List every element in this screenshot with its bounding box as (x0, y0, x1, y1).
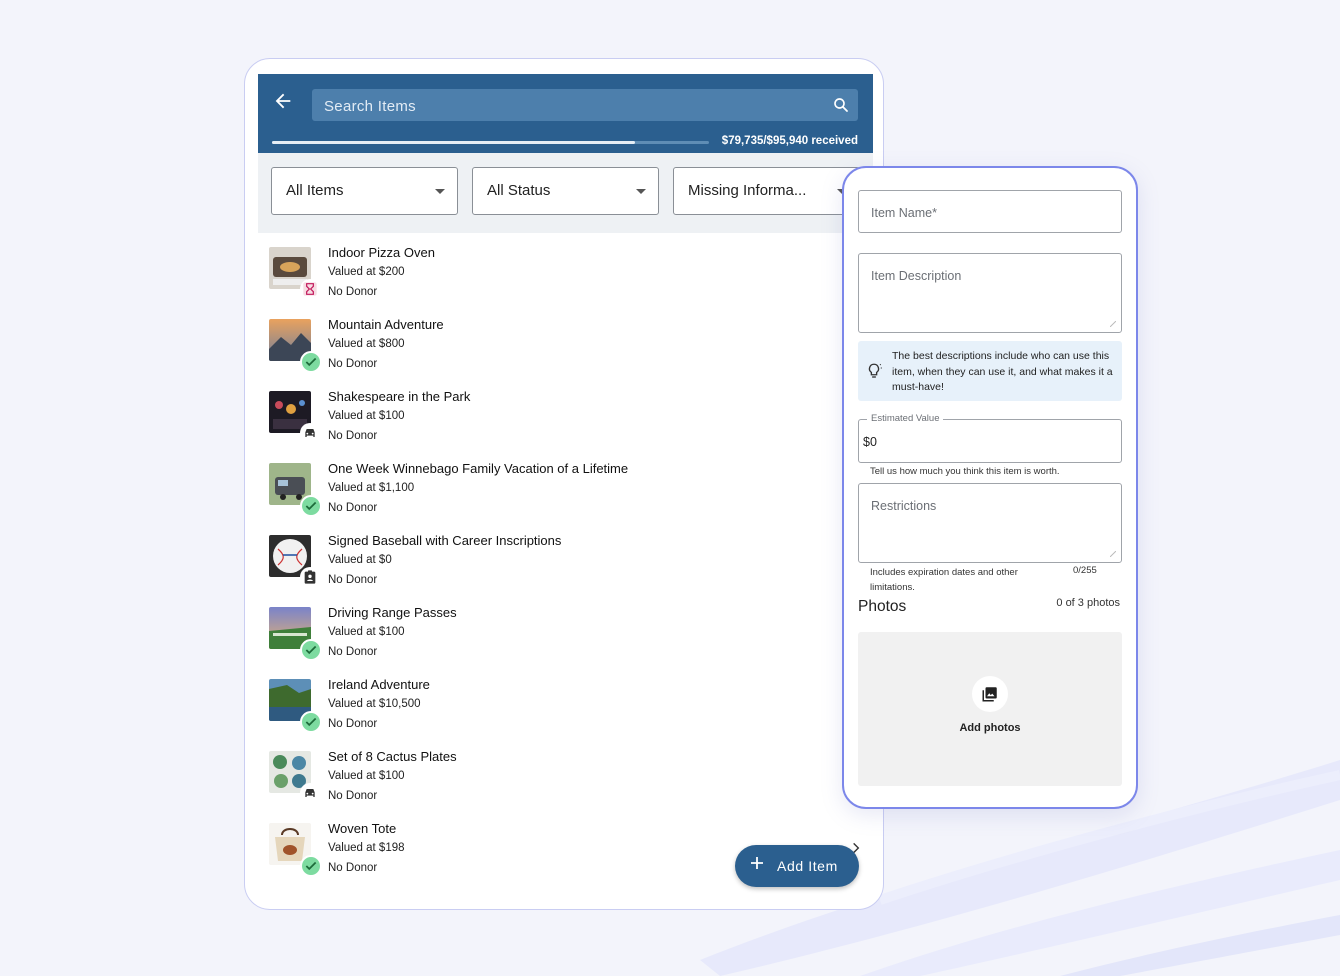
item-type-select[interactable]: All Items (271, 167, 458, 215)
list-item[interactable]: One Week Winnebago Family Vacation of a … (258, 451, 858, 523)
item-value: Valued at $198 (328, 842, 405, 854)
item-value: Valued at $100 (328, 770, 405, 782)
list-item[interactable]: Indoor Pizza Oven Valued at $200 No Dono… (258, 235, 858, 307)
item-donor: No Donor (328, 574, 378, 586)
add-item-label: Add Item (777, 858, 838, 874)
item-value: Valued at $0 (328, 554, 392, 566)
chevron-down-icon (435, 189, 445, 194)
item-donor: No Donor (328, 718, 378, 730)
funds-received-text: $79,735/$95,940 received (721, 135, 858, 147)
restrictions-counter: 0/255 (1073, 565, 1097, 576)
funds-progress-bar (272, 141, 709, 144)
description-tip: The best descriptions include who can us… (858, 341, 1122, 401)
add-item-button[interactable]: Add Item (735, 845, 859, 887)
item-type-select-value: All Items (286, 182, 344, 199)
restrictions-field[interactable]: Restrictions (858, 483, 1122, 563)
item-value: Valued at $100 (328, 410, 405, 422)
item-donor: No Donor (328, 862, 378, 874)
check-icon (300, 495, 322, 517)
item-name: Signed Baseball with Career Inscriptions (328, 533, 562, 548)
add-item-form: Item Name* Item Description The best des… (842, 166, 1138, 809)
item-list: Indoor Pizza Oven Valued at $200 No Dono… (258, 235, 873, 909)
car-icon (300, 783, 320, 803)
estimated-value-input: $0 (863, 435, 877, 449)
hourglass-icon (300, 279, 320, 299)
item-value: Valued at $1,100 (328, 482, 415, 494)
back-arrow-icon[interactable] (272, 90, 294, 112)
search-icon[interactable] (832, 96, 850, 114)
item-donor: No Donor (328, 646, 378, 658)
search-bar (312, 89, 858, 123)
item-description-field[interactable]: Item Description (858, 253, 1122, 333)
item-donor: No Donor (328, 286, 378, 298)
missing-info-select-value: Missing Informa... (688, 182, 807, 199)
status-select-value: All Status (487, 182, 551, 199)
resize-handle-icon[interactable] (1110, 321, 1116, 327)
item-donor: No Donor (328, 430, 378, 442)
add-photos-label: Add photos (959, 722, 1021, 734)
plus-icon (751, 857, 763, 869)
filter-bar: All Items All Status Missing Informa... (258, 153, 873, 233)
photo-library-icon (972, 676, 1008, 712)
item-donor: No Donor (328, 358, 378, 370)
resize-handle-icon[interactable] (1110, 551, 1116, 557)
funds-progress-fill (272, 141, 636, 144)
item-name: Shakespeare in the Park (328, 389, 471, 404)
item-name: Indoor Pizza Oven (328, 245, 435, 260)
list-item[interactable]: Set of 8 Cactus Plates Valued at $100 No… (258, 739, 858, 811)
item-value: Valued at $800 (328, 338, 405, 350)
list-item[interactable]: Signed Baseball with Career Inscriptions… (258, 523, 858, 595)
item-donor: No Donor (328, 502, 378, 514)
list-item[interactable]: Shakespeare in the Park Valued at $100 N… (258, 379, 858, 451)
list-item[interactable]: Ireland Adventure Valued at $10,500 No D… (258, 667, 858, 739)
item-name-placeholder: Item Name* (871, 206, 937, 220)
item-name: Driving Range Passes (328, 605, 457, 620)
lightbulb-icon (868, 363, 882, 378)
missing-info-select[interactable]: Missing Informa... (673, 167, 860, 215)
list-item[interactable]: Driving Range Passes Valued at $100 No D… (258, 595, 858, 667)
item-list-screen: $79,735/$95,940 received All Items All S… (244, 58, 884, 910)
clipboard-person-icon (300, 567, 320, 587)
check-icon (300, 351, 322, 373)
status-select[interactable]: All Status (472, 167, 659, 215)
item-name: One Week Winnebago Family Vacation of a … (328, 461, 629, 476)
estimated-value-helper: Tell us how much you think this item is … (870, 466, 1060, 477)
chevron-down-icon (636, 189, 646, 194)
restrictions-helper: Includes expiration dates and other limi… (870, 567, 1018, 593)
app-header: $79,735/$95,940 received (258, 74, 873, 153)
photos-count: 0 of 3 photos (1056, 597, 1120, 609)
car-icon (300, 423, 320, 443)
item-donor: No Donor (328, 790, 378, 802)
add-photos-dropzone[interactable]: Add photos (858, 632, 1122, 786)
check-icon (300, 711, 322, 733)
search-input[interactable] (322, 89, 826, 123)
item-value: Valued at $200 (328, 266, 405, 278)
check-icon (300, 855, 322, 877)
item-description-placeholder: Item Description (871, 269, 962, 283)
item-name: Mountain Adventure (328, 317, 444, 332)
item-name: Woven Tote (328, 821, 397, 836)
estimated-value-label: Estimated Value (867, 413, 944, 424)
description-tip-text: The best descriptions include who can us… (892, 350, 1113, 393)
item-value: Valued at $100 (328, 626, 405, 638)
item-name-field[interactable]: Item Name* (858, 190, 1122, 233)
item-name: Ireland Adventure (328, 677, 430, 692)
photos-title: Photos (858, 598, 907, 615)
list-item[interactable]: Mountain Adventure Valued at $800 No Don… (258, 307, 858, 379)
check-icon (300, 639, 322, 661)
item-name: Set of 8 Cactus Plates (328, 749, 457, 764)
estimated-value-field[interactable]: Estimated Value $0 (858, 413, 1122, 463)
item-value: Valued at $10,500 (328, 698, 421, 710)
restrictions-placeholder: Restrictions (871, 499, 937, 513)
